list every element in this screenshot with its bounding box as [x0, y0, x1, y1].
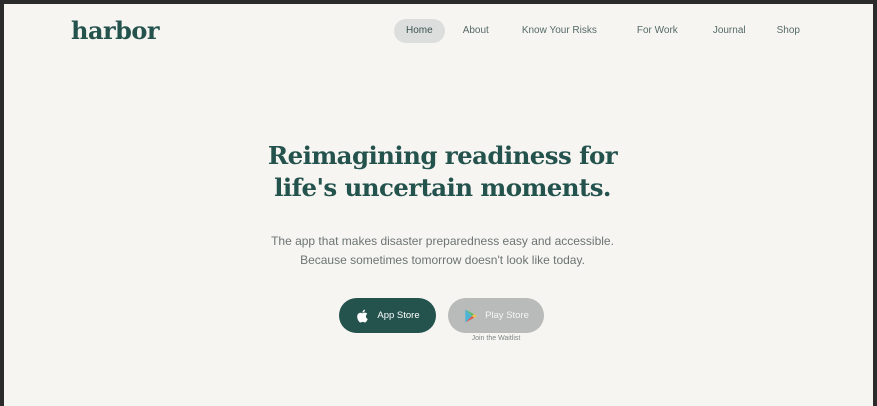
nav-item-home[interactable]: Home	[394, 19, 445, 43]
nav-item-about[interactable]: About	[451, 19, 501, 43]
nav-item-know-your-risks[interactable]: Know Your Risks	[510, 19, 609, 43]
main-nav: Home About Know Your Risks For Work Jour…	[394, 19, 812, 43]
google-play-icon	[463, 308, 479, 324]
play-store-label: Play Store	[485, 310, 529, 321]
landing-page: harbor Home About Know Your Risks For Wo…	[4, 4, 873, 406]
hero-headline-line2: life's uncertain moments.	[274, 173, 611, 202]
nav-item-journal[interactable]: Journal	[701, 19, 758, 43]
window-frame-right	[873, 0, 877, 406]
nav-item-shop[interactable]: Shop	[765, 19, 812, 43]
hero-subtext: The app that makes disaster preparedness…	[4, 232, 873, 270]
app-store-button[interactable]: App Store	[339, 298, 436, 333]
hero-headline-line1: Reimagining readiness for	[267, 141, 618, 170]
play-store-button[interactable]: Play Store	[448, 298, 544, 333]
join-waitlist-link[interactable]: Join the Waitlist	[448, 335, 544, 342]
app-store-label: App Store	[377, 310, 420, 321]
hero-subtext-line1: The app that makes disaster preparedness…	[271, 234, 614, 248]
apple-icon	[355, 308, 371, 324]
harbor-logo[interactable]: harbor	[71, 17, 160, 45]
hero-subtext-line2: Because sometimes tomorrow doesn't look …	[300, 253, 585, 267]
nav-item-for-work[interactable]: For Work	[625, 19, 690, 43]
hero-headline: Reimagining readiness for life's uncerta…	[4, 140, 873, 204]
